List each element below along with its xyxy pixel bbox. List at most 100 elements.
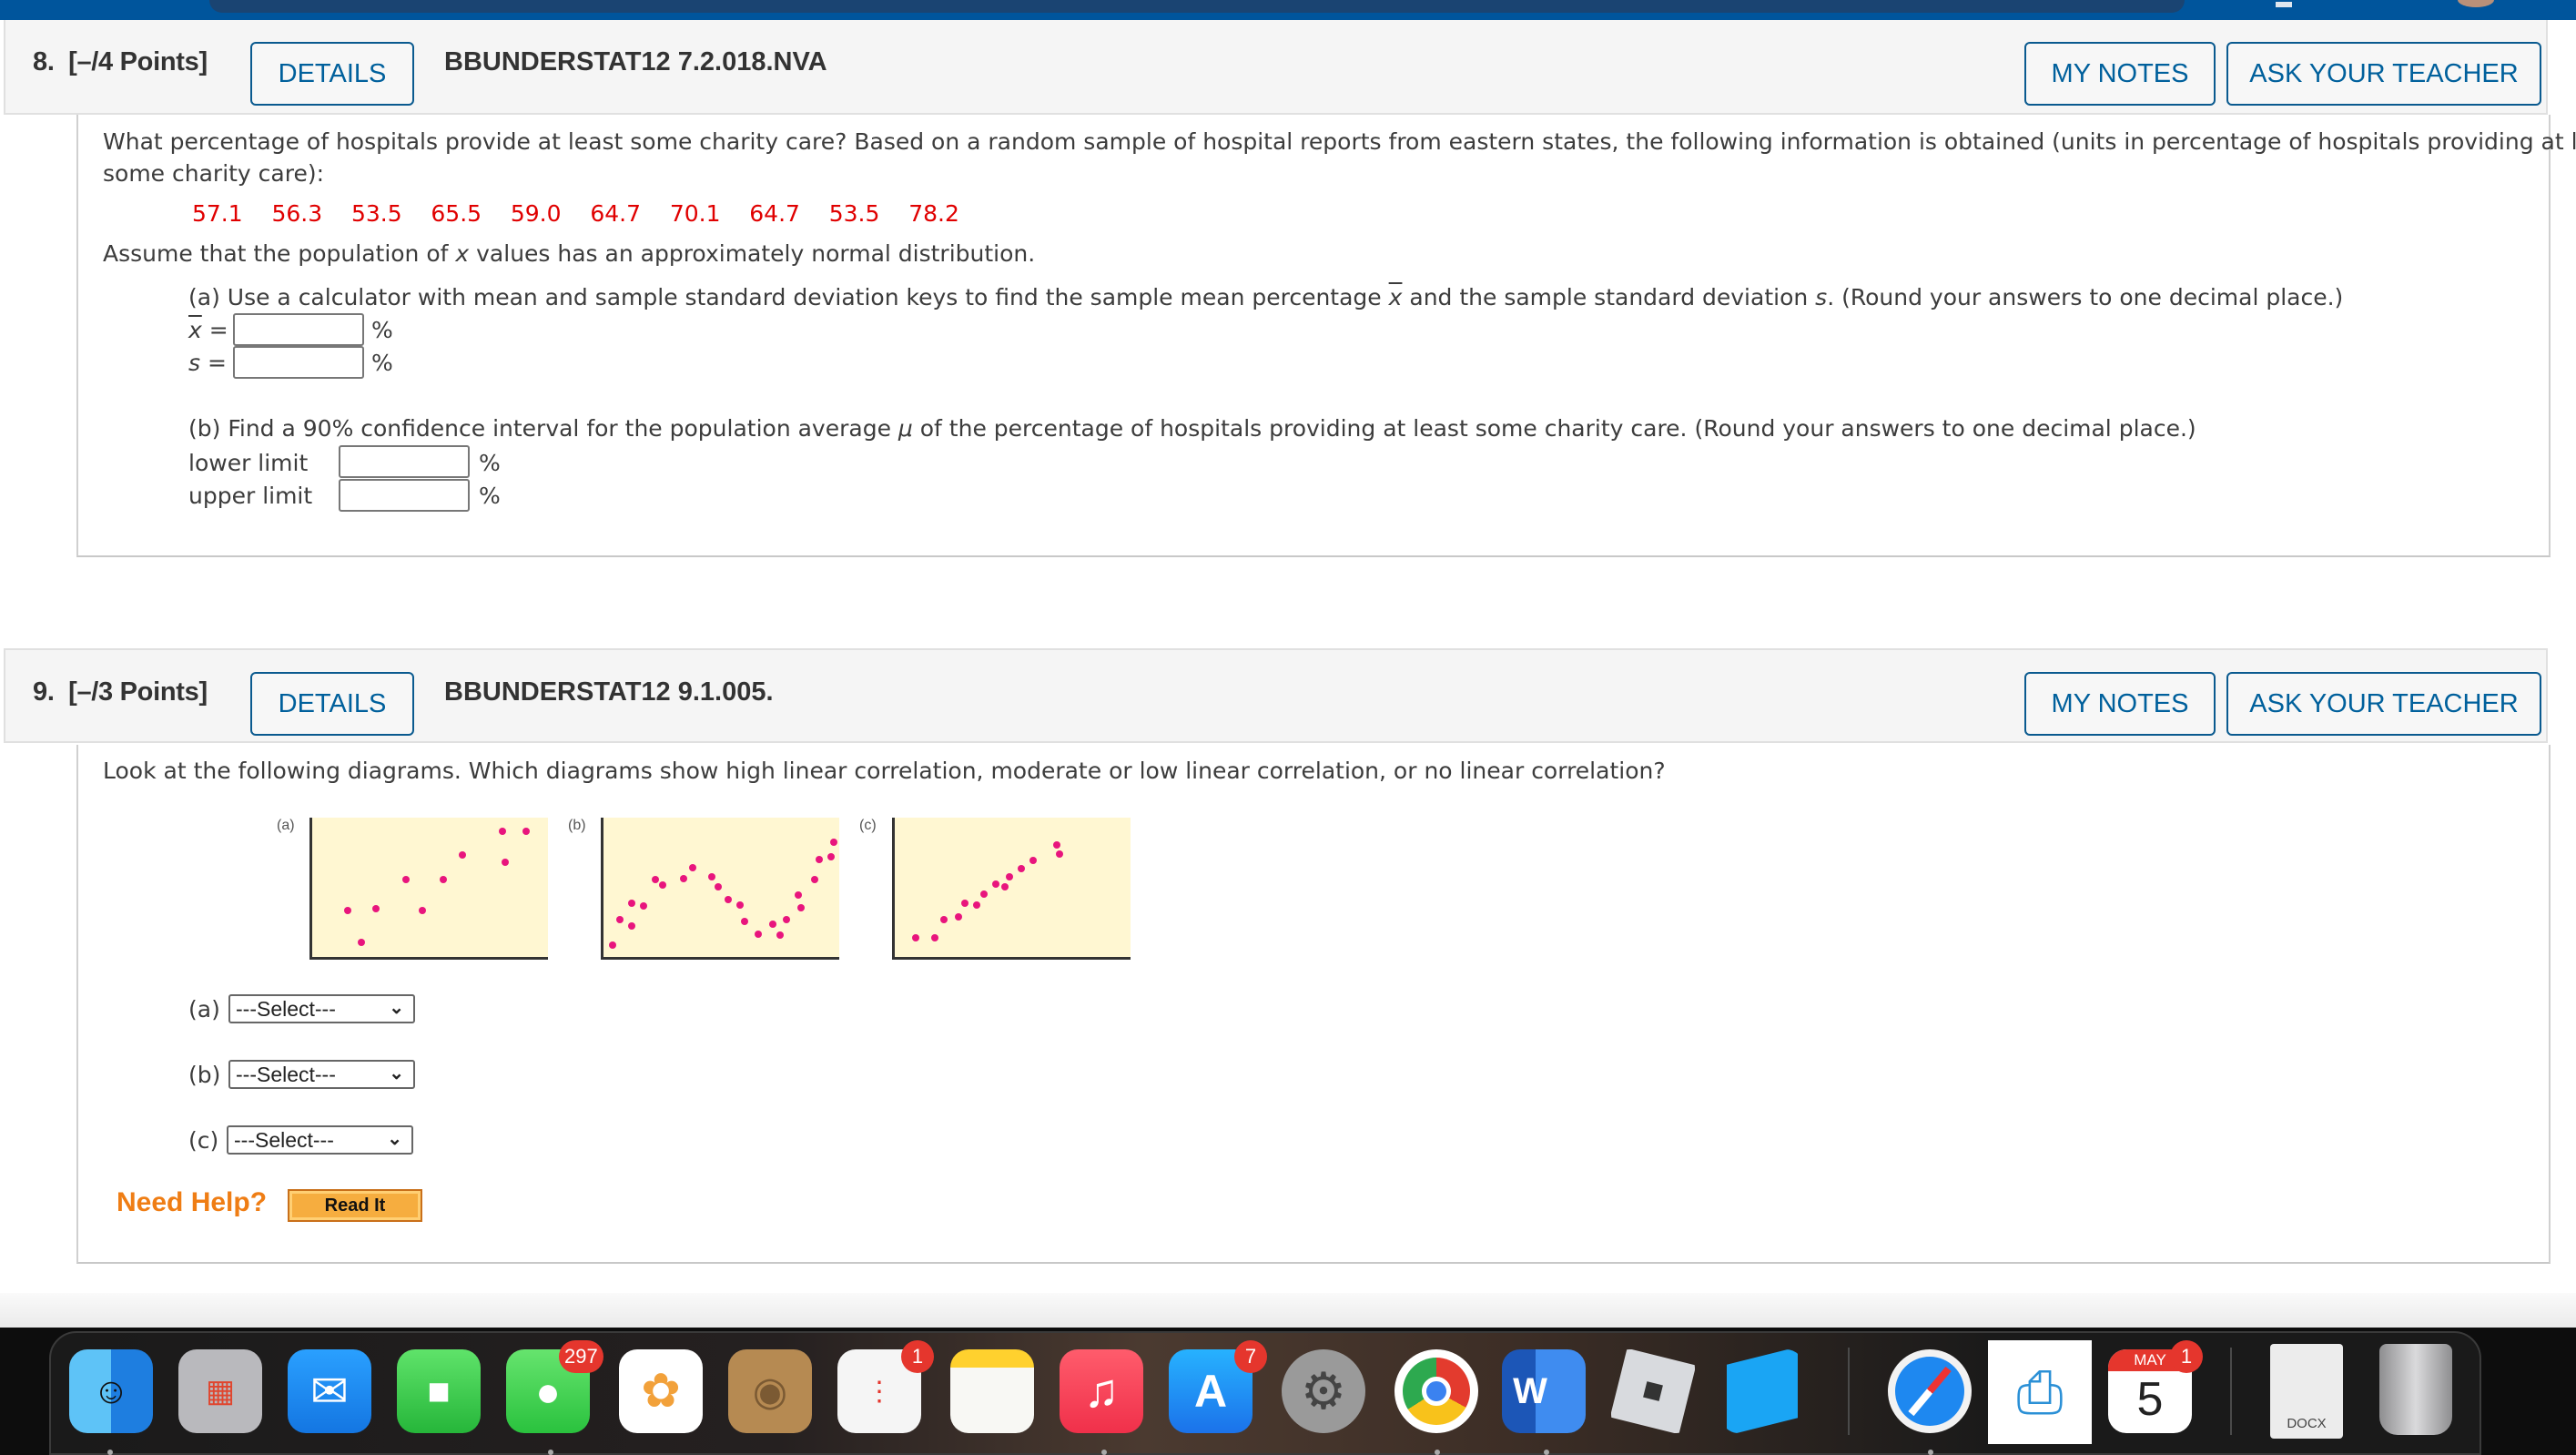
user-avatar[interactable] — [2458, 0, 2494, 7]
correlation-select-b[interactable]: ---Select--- ⌄ — [228, 1060, 415, 1089]
scatter-point — [930, 934, 938, 942]
s-label: s = — [188, 350, 227, 376]
scatter-point — [1029, 857, 1038, 865]
correlation-select-c[interactable]: ---Select--- ⌄ — [227, 1125, 413, 1155]
dock-notes-icon[interactable] — [950, 1349, 1034, 1433]
scatter-point — [658, 881, 666, 890]
top-nav-region — [209, 0, 2185, 13]
part-a-instructions: (a) Use a calculator with mean and sampl… — [188, 284, 2344, 310]
ask-your-teacher-button[interactable]: ASK YOUR TEACHER — [2226, 42, 2541, 106]
scatter-point — [1018, 865, 1026, 873]
question-9-body: Look at the following diagrams. Which di… — [76, 745, 2551, 1264]
scatter-point — [961, 900, 969, 908]
dock-roblox-player-icon[interactable] — [1611, 1349, 1695, 1433]
my-notes-button[interactable]: MY NOTES — [2024, 42, 2216, 106]
chevron-down-icon: ⌄ — [389, 998, 404, 1018]
dock-safari-icon[interactable] — [1888, 1349, 1972, 1433]
scatter-point — [1053, 841, 1061, 850]
scatter-point — [371, 905, 380, 913]
data-value: 57.1 — [192, 200, 243, 227]
dock-trash-icon[interactable] — [2379, 1344, 2452, 1435]
dock-music-icon[interactable]: ♫ — [1060, 1349, 1143, 1433]
question-prompt-line1: What percentage of hospitals provide at … — [103, 128, 2576, 155]
diagram-label: (c) — [859, 818, 877, 833]
app-top-bar — [0, 0, 2576, 20]
scatter-point — [419, 906, 427, 914]
select-c-label: (c) — [188, 1127, 219, 1154]
toolbar-icon[interactable] — [2276, 2, 2292, 7]
dock-roblox-studio-icon[interactable] — [1720, 1349, 1804, 1433]
s-input[interactable] — [233, 346, 364, 379]
scatter-point — [827, 852, 836, 860]
dock-photos-icon[interactable]: ✿ — [619, 1349, 703, 1433]
upper-limit-input[interactable] — [339, 479, 470, 512]
details-button[interactable]: DETAILS — [250, 672, 414, 736]
upper-limit-label: upper limit — [188, 483, 313, 509]
upper-limit-unit: % — [479, 483, 501, 509]
scatter-point — [1006, 873, 1014, 881]
scatter-point — [991, 880, 999, 888]
dock-facetime-icon[interactable]: ■ — [397, 1349, 481, 1433]
scatter-point — [783, 916, 791, 924]
select-b-label: (b) — [188, 1062, 221, 1088]
scatter-point — [768, 921, 776, 929]
scatter-point — [795, 891, 803, 900]
dock-system-preferences-icon[interactable]: ⚙ — [1282, 1349, 1365, 1433]
scatter-point — [776, 931, 784, 940]
scatter-diagram-b: (b) — [568, 818, 839, 963]
ask-your-teacher-button[interactable]: ASK YOUR TEACHER — [2226, 672, 2541, 736]
scatter-point — [679, 874, 687, 882]
dock-word-icon[interactable]: W — [1502, 1349, 1586, 1433]
s-unit: % — [371, 350, 393, 376]
calendar-badge: 1 — [2170, 1340, 2203, 1373]
read-it-button[interactable]: Read It — [288, 1189, 422, 1222]
scatter-point — [627, 900, 635, 908]
question-9-header: 9. [–/3 Points] DETAILS BBUNDERSTAT12 9.… — [4, 648, 2548, 743]
dock-finder-icon[interactable]: ☺ — [69, 1349, 153, 1433]
calendar-day: 5 — [2136, 1373, 2164, 1426]
details-button[interactable]: DETAILS — [250, 42, 414, 106]
data-value: 56.3 — [271, 200, 323, 227]
question-number-points: 9. [–/3 Points] — [33, 677, 208, 707]
plot-area — [309, 818, 548, 960]
lower-limit-input[interactable] — [339, 445, 470, 478]
scatter-point — [609, 941, 617, 949]
scatter-point — [498, 828, 506, 836]
chevron-down-icon: ⌄ — [389, 1063, 404, 1084]
messages-badge: 297 — [559, 1340, 603, 1373]
scatter-point — [501, 858, 509, 866]
running-indicator — [1101, 1450, 1107, 1455]
xbar-input[interactable] — [233, 313, 364, 346]
data-value: 64.7 — [749, 200, 800, 227]
chevron-down-icon: ⌄ — [387, 1129, 402, 1149]
scatter-point — [811, 876, 819, 884]
dock-chrome-icon[interactable] — [1394, 1349, 1478, 1433]
scatter-point — [912, 934, 920, 942]
dock-printer-icon[interactable]: ⎙ — [1988, 1340, 2092, 1444]
question-code: BBUNDERSTAT12 7.2.018.NVA — [444, 47, 827, 76]
data-value: 70.1 — [669, 200, 721, 227]
data-value: 65.5 — [431, 200, 482, 227]
scatter-point — [980, 890, 989, 898]
scatter-point — [402, 876, 411, 884]
scatter-point — [459, 851, 467, 860]
running-indicator — [107, 1450, 113, 1455]
scatter-point — [954, 913, 962, 921]
scatter-point — [740, 918, 748, 925]
scatter-point — [940, 916, 948, 924]
scatter-point — [440, 876, 448, 884]
dock-launchpad-icon[interactable]: ▦ — [178, 1349, 262, 1433]
scatter-point — [358, 938, 366, 946]
reminders-badge: 1 — [901, 1340, 934, 1373]
scatter-point — [816, 855, 824, 863]
correlation-select-a[interactable]: ---Select--- ⌄ — [228, 994, 415, 1023]
running-indicator — [1544, 1450, 1549, 1455]
scatter-point — [755, 930, 763, 938]
dock-mail-icon[interactable]: ✉ — [288, 1349, 371, 1433]
question-code: BBUNDERSTAT12 9.1.005. — [444, 677, 774, 707]
my-notes-button[interactable]: MY NOTES — [2024, 672, 2216, 736]
question-8-header: 8. [–/4 Points] DETAILS BBUNDERSTAT12 7.… — [4, 20, 2548, 115]
running-indicator — [1928, 1450, 1933, 1455]
dock-docx-file-icon[interactable]: DOCX — [2270, 1344, 2343, 1439]
dock-contacts-icon[interactable]: ◉ — [728, 1349, 812, 1433]
